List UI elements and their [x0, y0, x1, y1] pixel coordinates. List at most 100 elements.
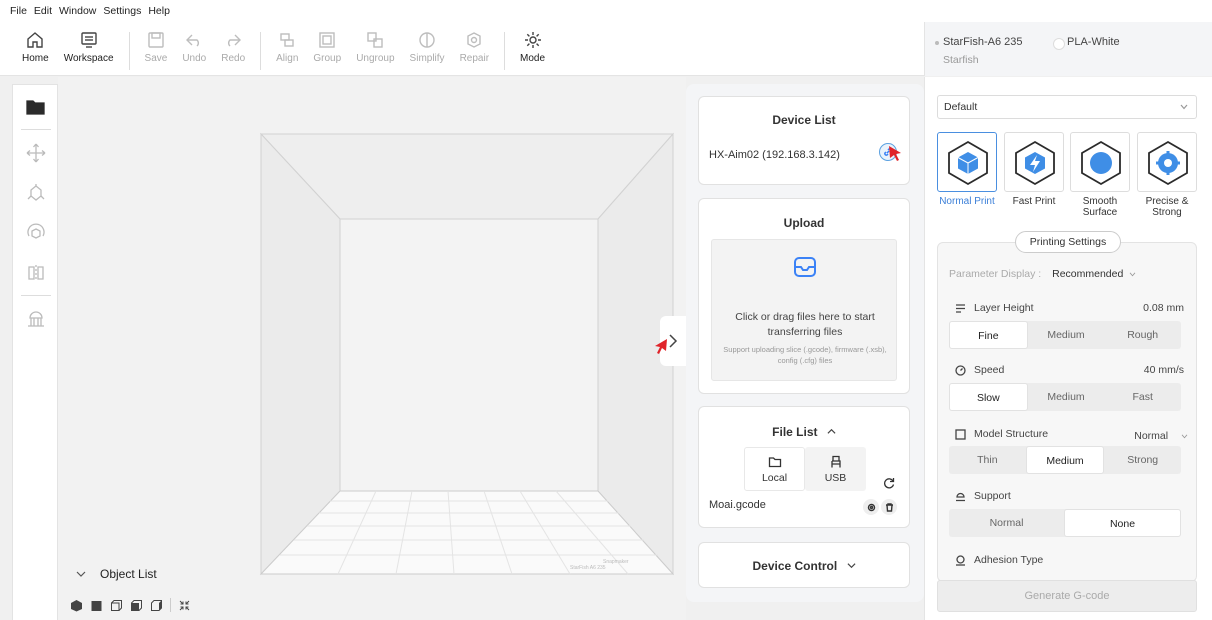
object-list-toggle[interactable]: Object List [76, 567, 157, 581]
mode-normal-print[interactable] [937, 132, 997, 192]
undo-button[interactable]: Undo [182, 30, 206, 64]
save-button[interactable]: Save [145, 30, 167, 64]
left-toolbar [12, 84, 58, 620]
chevron-down-icon [1181, 434, 1188, 439]
model-structure-value: Normal [1134, 430, 1169, 442]
file-list-header[interactable]: File List [699, 425, 909, 439]
layer-height-selector: Fine Medium Rough [949, 321, 1181, 349]
tab-usb[interactable]: USB [805, 447, 866, 491]
mode-button[interactable]: Mode [520, 30, 545, 64]
chevron-down-icon [847, 563, 856, 569]
rotate-tool[interactable] [13, 213, 59, 253]
fit-view-icon[interactable] [178, 599, 191, 612]
group-icon [319, 32, 335, 48]
redo-icon [228, 34, 242, 47]
iso-view-icon[interactable] [70, 599, 83, 612]
file-item-name[interactable]: Moai.gcode [709, 499, 766, 511]
parameter-display[interactable]: Parameter Display : Recommended [949, 268, 1136, 280]
adhesion-row: Adhesion Type [955, 554, 1043, 566]
group-label: Group [313, 53, 342, 64]
model-structure-dropdown[interactable]: Normal [1134, 430, 1188, 442]
3d-viewport[interactable]: Snapmaker StarFish A6 235 Object List [58, 77, 686, 620]
move-tool[interactable] [13, 133, 59, 173]
menu-file[interactable]: File [10, 5, 27, 17]
scale-tool[interactable] [13, 173, 59, 213]
inbox-icon [794, 257, 816, 277]
mirror-tool[interactable] [13, 253, 59, 293]
workspace-button[interactable]: Workspace [64, 30, 114, 64]
menu-edit[interactable]: Edit [34, 5, 52, 17]
layer-height-value: 0.08 mm [1143, 302, 1184, 314]
layer-height-rough[interactable]: Rough [1104, 321, 1181, 349]
device-control-card[interactable]: Device Control [698, 542, 910, 588]
left-view-icon[interactable] [130, 599, 143, 612]
model-structure-medium[interactable]: Medium [1025, 446, 1105, 474]
mode-smooth-surface[interactable] [1070, 132, 1130, 192]
sidebar-divider [21, 295, 51, 296]
support-icon [956, 492, 965, 501]
right-view-icon[interactable] [150, 599, 163, 612]
model-structure-label: Model Structure [974, 428, 1049, 440]
material-name[interactable]: PLA-White [1053, 36, 1120, 50]
mode-fast-print[interactable] [1004, 132, 1064, 192]
home-icon [27, 32, 44, 48]
preset-dropdown[interactable]: Default [937, 95, 1197, 119]
print-settings-panel: Default Normal Print Fast Print Smooth S… [924, 77, 1212, 620]
align-label: Align [276, 53, 299, 64]
speed-slow[interactable]: Slow [949, 383, 1028, 411]
upload-supported-types: Support uploading slice (.gcode), firmwa… [723, 345, 887, 365]
refresh-icon[interactable] [883, 477, 895, 489]
speed-medium[interactable]: Medium [1028, 383, 1105, 411]
workspace-icon [80, 32, 97, 48]
redo-button[interactable]: Redo [221, 30, 245, 64]
speed-fast[interactable]: Fast [1104, 383, 1181, 411]
support-normal[interactable]: Normal [949, 509, 1064, 537]
toolbar-divider [260, 32, 262, 70]
repair-button[interactable]: Repair [460, 30, 489, 64]
support-none[interactable]: None [1064, 509, 1181, 537]
support-selector: Normal None [949, 509, 1181, 537]
upload-instructions: Click or drag files here to start transf… [735, 311, 875, 338]
simplify-button[interactable]: Simplify [410, 30, 445, 64]
simplify-icon [419, 32, 435, 48]
mode-precise-strong[interactable] [1137, 132, 1197, 192]
menu-help[interactable]: Help [148, 5, 170, 17]
build-volume: Snapmaker StarFish A6 235 [259, 132, 675, 576]
generate-gcode-button[interactable]: Generate G-code [937, 580, 1197, 612]
printing-settings-label: Printing Settings [1015, 231, 1121, 253]
bed-brand-text: Snapmaker [603, 559, 629, 565]
align-button[interactable]: Align [276, 30, 298, 64]
open-folder-button[interactable] [13, 87, 59, 127]
layer-height-label: Layer Height [974, 302, 1034, 314]
print-file-button[interactable] [863, 499, 879, 515]
precise-strong-icon [1148, 140, 1188, 186]
layer-height-row: Layer Height [955, 302, 1034, 314]
layer-height-fine[interactable]: Fine [949, 321, 1028, 349]
support-tool[interactable] [13, 299, 59, 339]
checkbox-icon[interactable] [955, 428, 966, 440]
home-button[interactable]: Home [22, 30, 49, 64]
rotate-icon [27, 223, 45, 239]
speed-selector: Slow Medium Fast [949, 383, 1181, 411]
ungroup-label: Ungroup [356, 53, 395, 64]
tab-local[interactable]: Local [744, 447, 805, 491]
upload-dropzone[interactable]: Click or drag files here to start transf… [711, 239, 897, 381]
menu-settings[interactable]: Settings [103, 5, 141, 17]
printer-selector[interactable]: StarFish-A6 235 Starfish PLA-White [924, 22, 1212, 76]
model-structure-strong[interactable]: Strong [1104, 446, 1181, 474]
front-view-icon[interactable] [90, 599, 103, 612]
open-folder-icon [26, 100, 45, 115]
ungroup-button[interactable]: Ungroup [356, 30, 395, 64]
delete-file-button[interactable] [881, 499, 897, 515]
toolbar-divider [128, 32, 130, 70]
model-structure-thin[interactable]: Thin [949, 446, 1026, 474]
group-button[interactable]: Group [313, 30, 341, 64]
device-item[interactable]: HX-Aim02 (192.168.3.142) [709, 149, 840, 161]
menu-window[interactable]: Window [59, 5, 96, 17]
adhesion-label: Adhesion Type [974, 554, 1044, 566]
print-icon [867, 503, 875, 511]
normal-print-icon [948, 140, 988, 186]
top-view-icon[interactable] [110, 599, 123, 612]
layer-height-medium[interactable]: Medium [1028, 321, 1105, 349]
scale-icon [27, 184, 45, 201]
